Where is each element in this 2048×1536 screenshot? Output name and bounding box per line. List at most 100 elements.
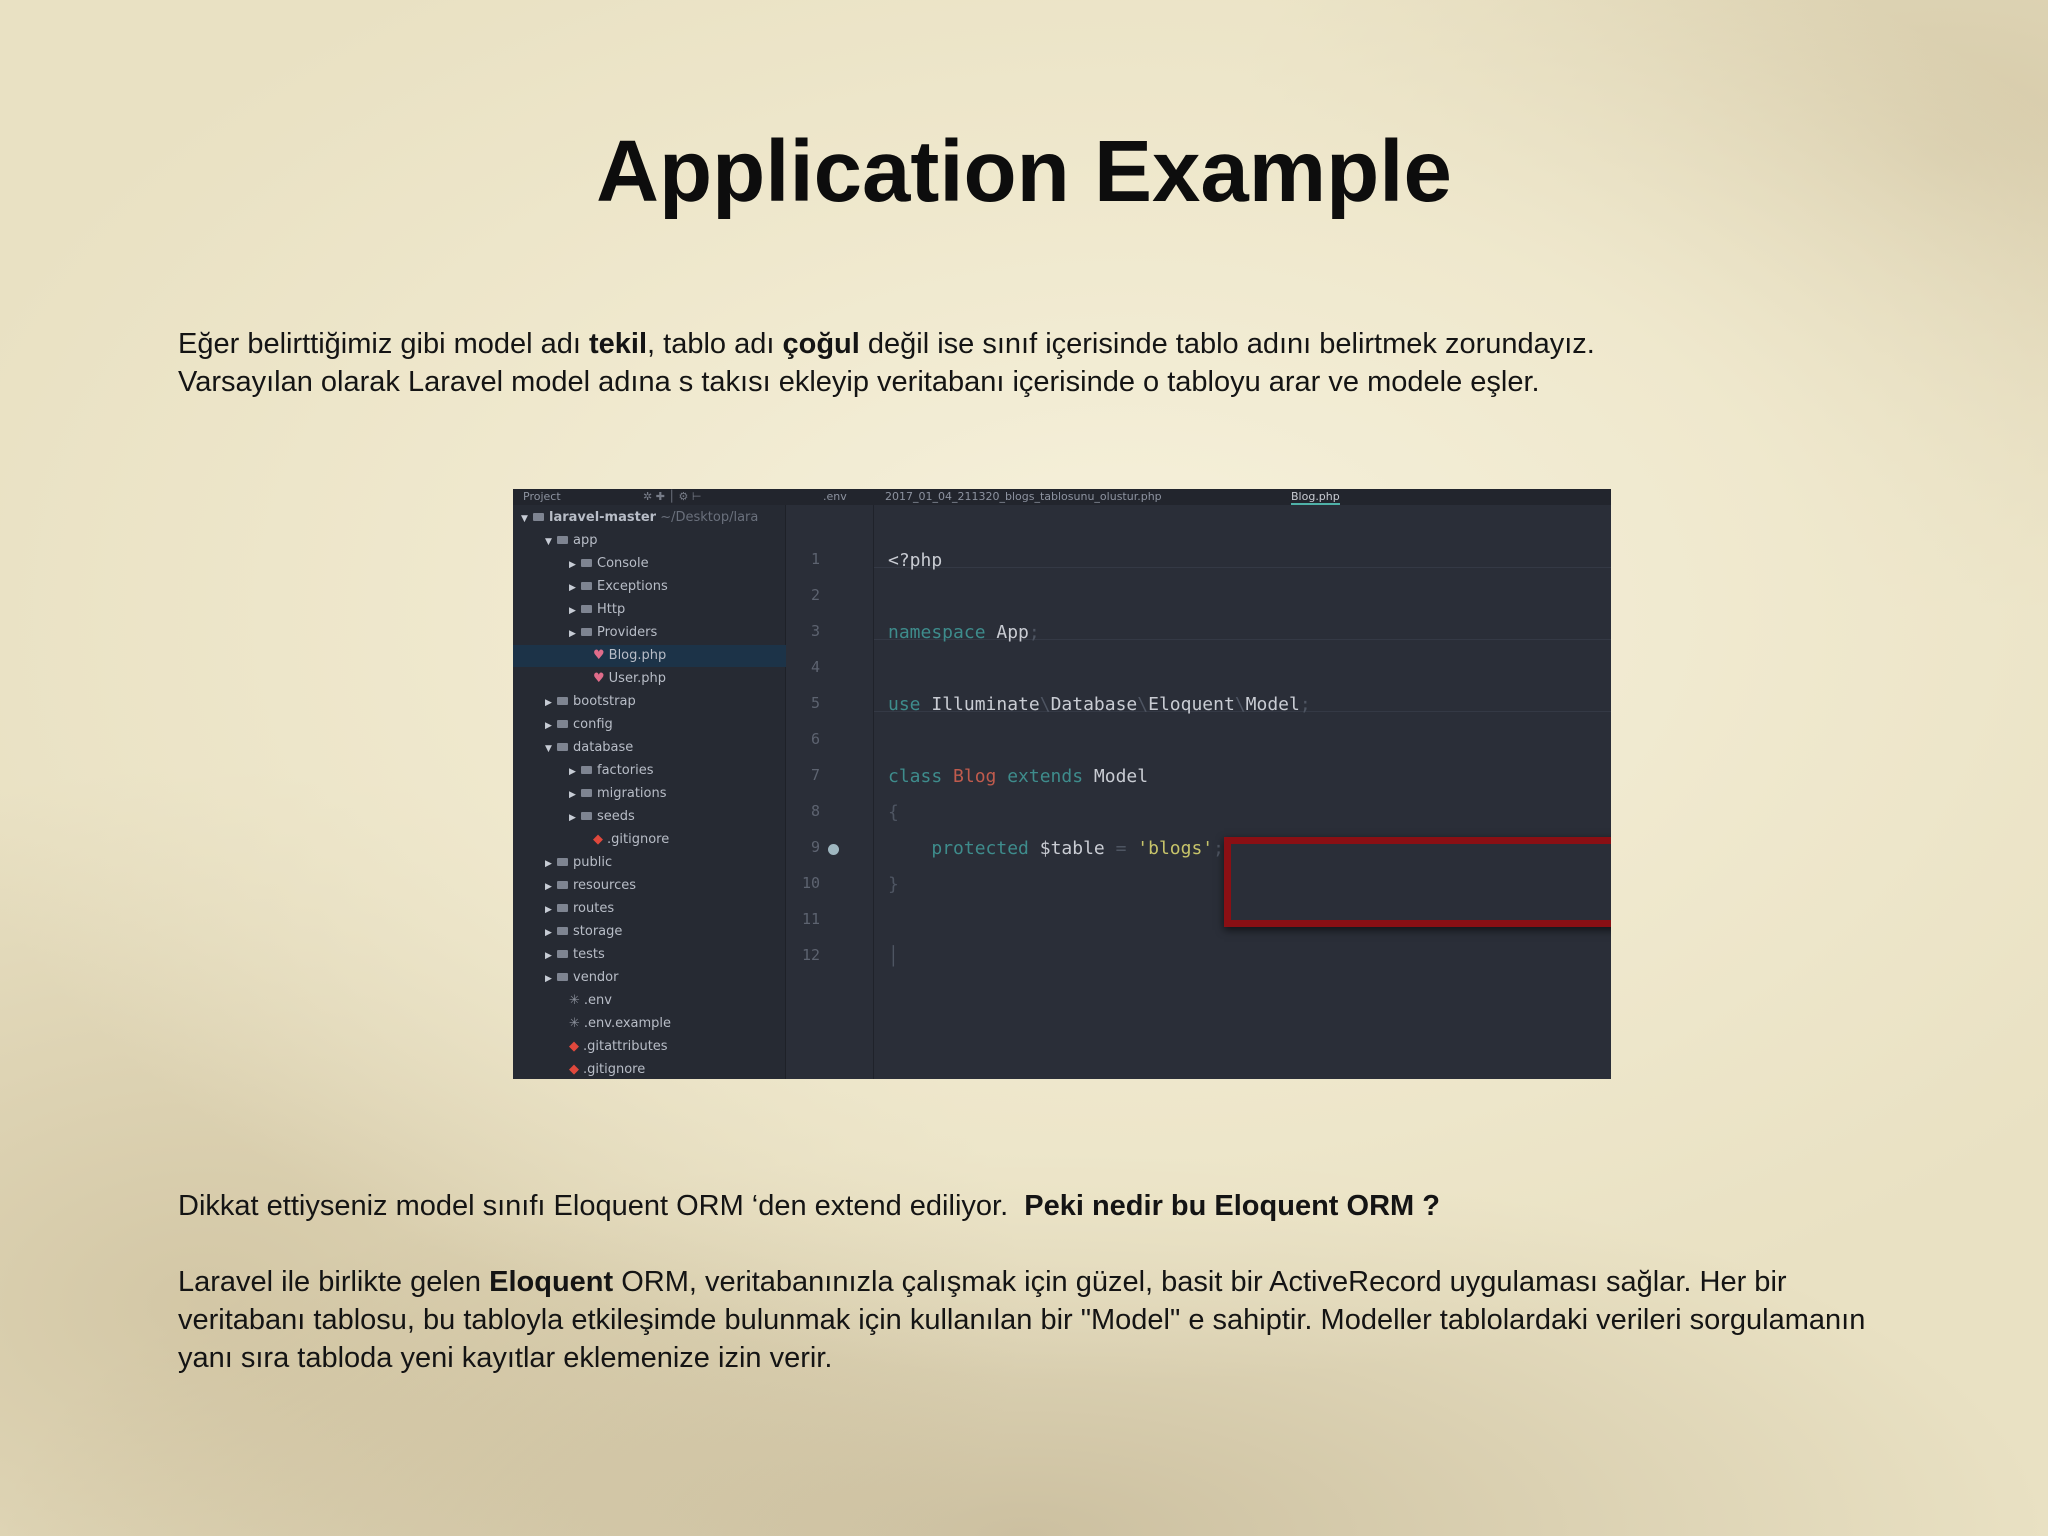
highlight-box <box>1224 837 1611 927</box>
tree-item-label: Providers <box>597 625 658 640</box>
collapsed-arrow-icon[interactable]: ▶ <box>569 623 581 645</box>
tree-item-label: factories <box>597 763 654 778</box>
intro-bold-cogul: çoğul <box>782 328 860 360</box>
tree-item-label: config <box>573 717 613 732</box>
description-bold-eloquent: Eloquent <box>489 1266 614 1298</box>
tree-item[interactable]: ▼ laravel-master ~/Desktop/lara <box>521 507 758 529</box>
code-line-7: class Blog extends Model <box>888 766 1149 787</box>
code-line-1: <?php <box>888 550 943 571</box>
breakpoint-icon[interactable] <box>828 844 839 855</box>
line-number: 12 <box>801 946 820 964</box>
tree-item[interactable]: ▶ Exceptions <box>569 576 668 598</box>
question-bold: Peki nedir bu Eloquent ORM ? <box>1024 1190 1440 1222</box>
tree-item[interactable]: ▶ seeds <box>569 806 635 828</box>
tree-item-label: Blog.php <box>608 648 667 663</box>
ide-tab-bar: Project ✲ ✚ │ ⚙ ⊢ .env 2017_01_04_211320… <box>513 489 1611 505</box>
tree-item-path: ~/Desktop/lara <box>656 510 759 525</box>
project-tree: ▼ laravel-master ~/Desktop/lara ▼ app ▶ Conso… <box>513 505 865 1079</box>
folder-icon <box>581 766 592 774</box>
tab-project: Project <box>523 490 561 503</box>
tree-item[interactable]: ▶ resources <box>545 875 636 897</box>
folder-icon <box>557 973 568 981</box>
collapsed-arrow-icon[interactable]: ▶ <box>545 945 557 967</box>
tree-item-label: storage <box>573 924 623 939</box>
collapsed-arrow-icon[interactable]: ▶ <box>545 715 557 737</box>
git-file-icon: ◆ <box>569 1062 579 1077</box>
guide-line <box>874 567 1611 568</box>
folder-icon <box>581 628 592 636</box>
tree-item-label: bootstrap <box>573 694 636 709</box>
tree-item-label: laravel-master <box>549 510 657 525</box>
collapsed-arrow-icon[interactable]: ▶ <box>569 807 581 829</box>
folder-icon <box>581 605 592 613</box>
tree-item[interactable]: ▶ config <box>545 714 613 736</box>
tree-item[interactable]: ✳ .env <box>569 990 612 1012</box>
tree-item-label: Console <box>597 556 649 571</box>
ide-screenshot: Project ✲ ✚ │ ⚙ ⊢ .env 2017_01_04_211320… <box>513 489 1611 1079</box>
tree-item[interactable]: ◆ .gitignore <box>569 1059 645 1079</box>
folder-icon <box>557 927 568 935</box>
code-editor: <?php namespace App; use Illuminate\Data… <box>873 505 1611 1079</box>
code-line-9: protected $table = 'blogs'; <box>931 838 1224 859</box>
folder-icon <box>557 881 568 889</box>
line-number: 10 <box>801 874 820 892</box>
tab-toolbar-icons: ✲ ✚ │ ⚙ ⊢ <box>643 490 702 503</box>
tree-item-label: vendor <box>573 970 619 985</box>
collapsed-arrow-icon[interactable]: ▶ <box>545 899 557 921</box>
tab-migration: 2017_01_04_211320_blogs_tablosunu_olustu… <box>885 490 1162 503</box>
line-number: 4 <box>810 658 820 676</box>
tree-item[interactable]: ▶ factories <box>569 760 653 782</box>
tree-item-label: User.php <box>608 671 666 686</box>
php-file-icon: ♥ <box>593 671 605 686</box>
intro-text: Eğer belirttiğimiz gibi model adı <box>178 328 590 360</box>
collapsed-arrow-icon[interactable]: ▶ <box>569 784 581 806</box>
expanded-arrow-icon[interactable]: ▼ <box>545 738 557 760</box>
intro-text: , tablo adı <box>647 328 783 360</box>
line-number: 8 <box>810 802 820 820</box>
env-file-icon: ✳ <box>569 993 580 1008</box>
folder-icon <box>557 950 568 958</box>
tree-item[interactable]: ♥ User.php <box>593 668 666 690</box>
tree-item[interactable]: ▼ database <box>545 737 633 759</box>
tree-item[interactable]: ◆ .gitignore <box>593 829 669 851</box>
tree-item[interactable]: ▼ app <box>545 530 597 552</box>
tree-item[interactable]: ▶ migrations <box>569 783 667 805</box>
folder-icon <box>557 904 568 912</box>
tree-item[interactable]: ▶ Console <box>569 553 649 575</box>
expanded-arrow-icon[interactable]: ▼ <box>521 508 533 530</box>
tree-item[interactable]: ▶ bootstrap <box>545 691 636 713</box>
tree-item[interactable]: ▶ routes <box>545 898 614 920</box>
collapsed-arrow-icon[interactable]: ▶ <box>545 968 557 990</box>
collapsed-arrow-icon[interactable]: ▶ <box>545 692 557 714</box>
tree-item-label: .gitignore <box>583 1062 646 1077</box>
tree-item[interactable]: ▶ vendor <box>545 967 618 989</box>
tree-item[interactable]: ◆ .gitattributes <box>569 1036 668 1058</box>
collapsed-arrow-icon[interactable]: ▶ <box>545 853 557 875</box>
expanded-arrow-icon[interactable]: ▼ <box>545 531 557 553</box>
tree-item-label: .env <box>583 993 612 1008</box>
tree-item[interactable]: ▶ storage <box>545 921 622 943</box>
collapsed-arrow-icon[interactable]: ▶ <box>569 600 581 622</box>
collapsed-arrow-icon[interactable]: ▶ <box>569 554 581 576</box>
line-number-gutter: 1 2 3 4 5 6 7 8 9 10 11 12 <box>786 505 872 1079</box>
tree-item[interactable]: ▶ public <box>545 852 612 874</box>
code-line-10: } <box>888 874 899 895</box>
folder-icon <box>557 858 568 866</box>
tab-blog-php: Blog.php <box>1291 490 1340 505</box>
folder-icon <box>533 513 544 521</box>
folder-icon <box>581 582 592 590</box>
tree-item-label: .gitignore <box>607 832 670 847</box>
php-file-icon: ♥ <box>593 648 605 663</box>
intro-bold-tekil: tekil <box>589 328 648 360</box>
cursor: │ <box>888 946 899 967</box>
collapsed-arrow-icon[interactable]: ▶ <box>545 922 557 944</box>
collapsed-arrow-icon[interactable]: ▶ <box>569 761 581 783</box>
git-file-icon: ◆ <box>569 1039 579 1054</box>
tree-item-label: tests <box>573 947 605 962</box>
tree-item[interactable]: ▶ Http <box>569 599 625 621</box>
tree-item[interactable]: ✳ .env.example <box>569 1013 671 1035</box>
collapsed-arrow-icon[interactable]: ▶ <box>569 577 581 599</box>
tree-item[interactable]: ▶ Providers <box>569 622 657 644</box>
tree-item[interactable]: ▶ tests <box>545 944 605 966</box>
collapsed-arrow-icon[interactable]: ▶ <box>545 876 557 898</box>
